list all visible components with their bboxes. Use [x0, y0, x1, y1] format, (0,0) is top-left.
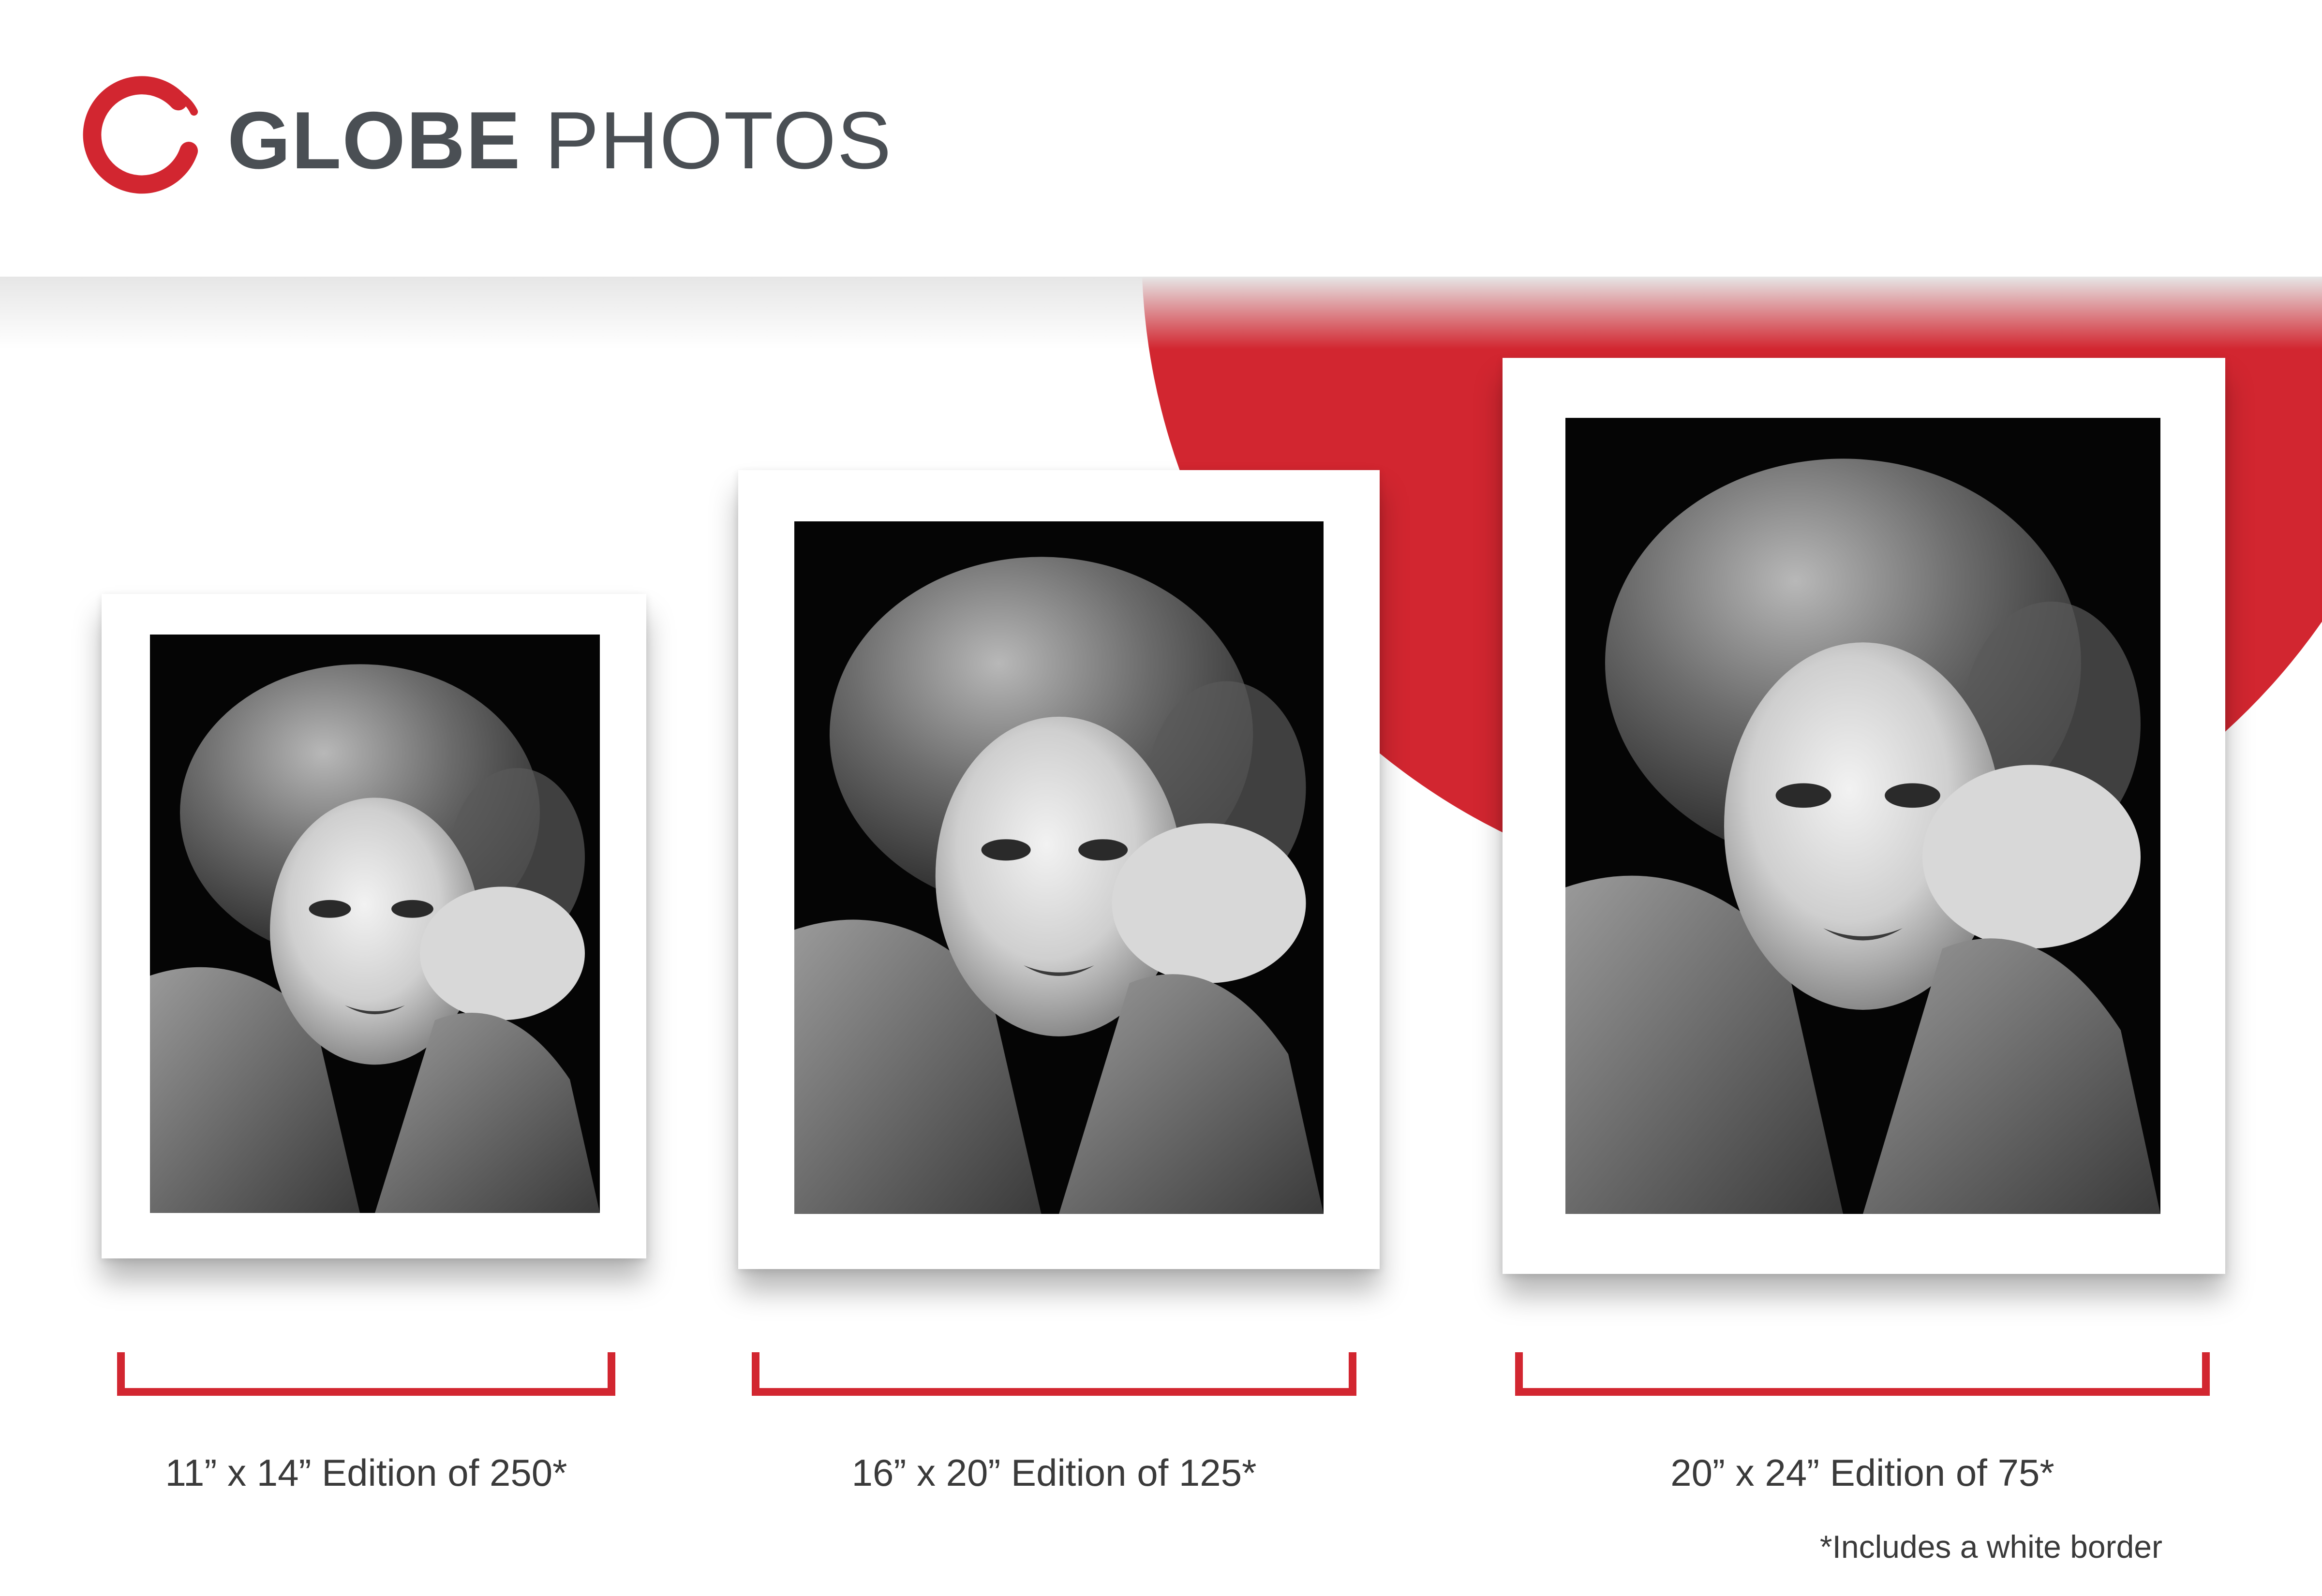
- print-caption-medium: 16” x 20” Edition of 125*: [851, 1451, 1257, 1494]
- size-bracket-small: [117, 1352, 615, 1396]
- print-caption-large: 20” x 24” Edition of 75*: [1670, 1451, 2054, 1494]
- brand-name-light: PHOTOS: [545, 95, 893, 186]
- header: GLOBE PHOTOS: [0, 0, 2322, 277]
- print-caption-small: 11” x 14” Edition of 250*: [165, 1451, 567, 1494]
- portrait-photo: [150, 635, 600, 1213]
- brand-wordmark: GLOBE PHOTOS: [227, 92, 892, 189]
- portrait-photo: [1565, 418, 2160, 1214]
- portrait-photo: [794, 521, 1324, 1214]
- size-bracket-medium: [752, 1352, 1356, 1396]
- logo-ring-icon: [83, 76, 198, 194]
- print-frame-large: [1503, 358, 2225, 1274]
- footnote: *Includes a white border: [1819, 1529, 2162, 1565]
- print-frame-small: [102, 594, 646, 1258]
- print-frame-medium: [738, 470, 1380, 1269]
- header-shadow: [0, 277, 2322, 349]
- brand-name-bold: GLOBE: [227, 95, 521, 186]
- size-bracket-large: [1515, 1352, 2210, 1396]
